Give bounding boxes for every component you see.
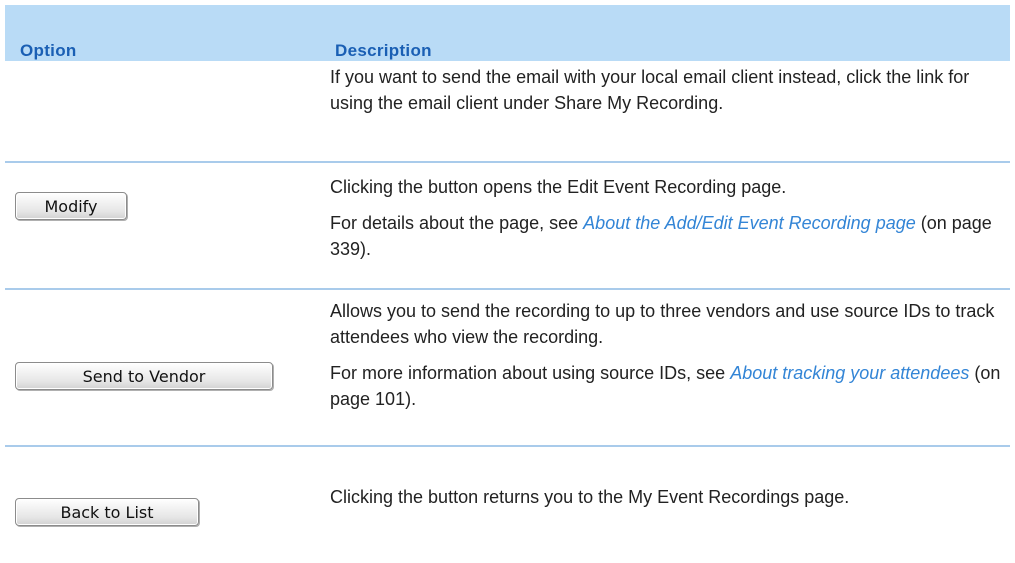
description-text: If you want to send the email with your … — [330, 67, 970, 113]
details-prefix: For details about the page, see — [330, 213, 584, 233]
email-client-description: If you want to send the email with your … — [330, 64, 1010, 116]
description-text: Clicking the button opens the Edit Event… — [330, 177, 787, 197]
back-to-list-description: Clicking the button returns you to the M… — [330, 484, 1010, 510]
send-to-vendor-description: Allows you to send the recording to up t… — [330, 298, 1010, 412]
add-edit-event-recording-link[interactable]: About the Add/Edit Event Recording page — [583, 213, 916, 233]
row-separator — [5, 161, 1010, 163]
modify-description: Clicking the button opens the Edit Event… — [330, 174, 1010, 262]
row-separator — [5, 288, 1010, 290]
modify-button[interactable]: Modify — [15, 192, 127, 220]
description-text: Clicking the button returns you to the M… — [330, 487, 850, 507]
details-text: For more information about using source … — [330, 360, 1010, 412]
details-prefix: For more information about using source … — [330, 363, 731, 383]
row-separator — [5, 445, 1010, 447]
details-text: For details about the page, see About th… — [330, 210, 1010, 262]
send-to-vendor-button[interactable]: Send to Vendor — [15, 362, 273, 390]
description-column-header: Description — [335, 41, 432, 60]
back-to-list-button[interactable]: Back to List — [15, 498, 199, 526]
description-text: Allows you to send the recording to up t… — [330, 301, 995, 347]
table-header: Option Description — [5, 5, 1010, 61]
option-column-header: Option — [20, 41, 77, 60]
tracking-attendees-link[interactable]: About tracking your attendees — [730, 363, 969, 383]
